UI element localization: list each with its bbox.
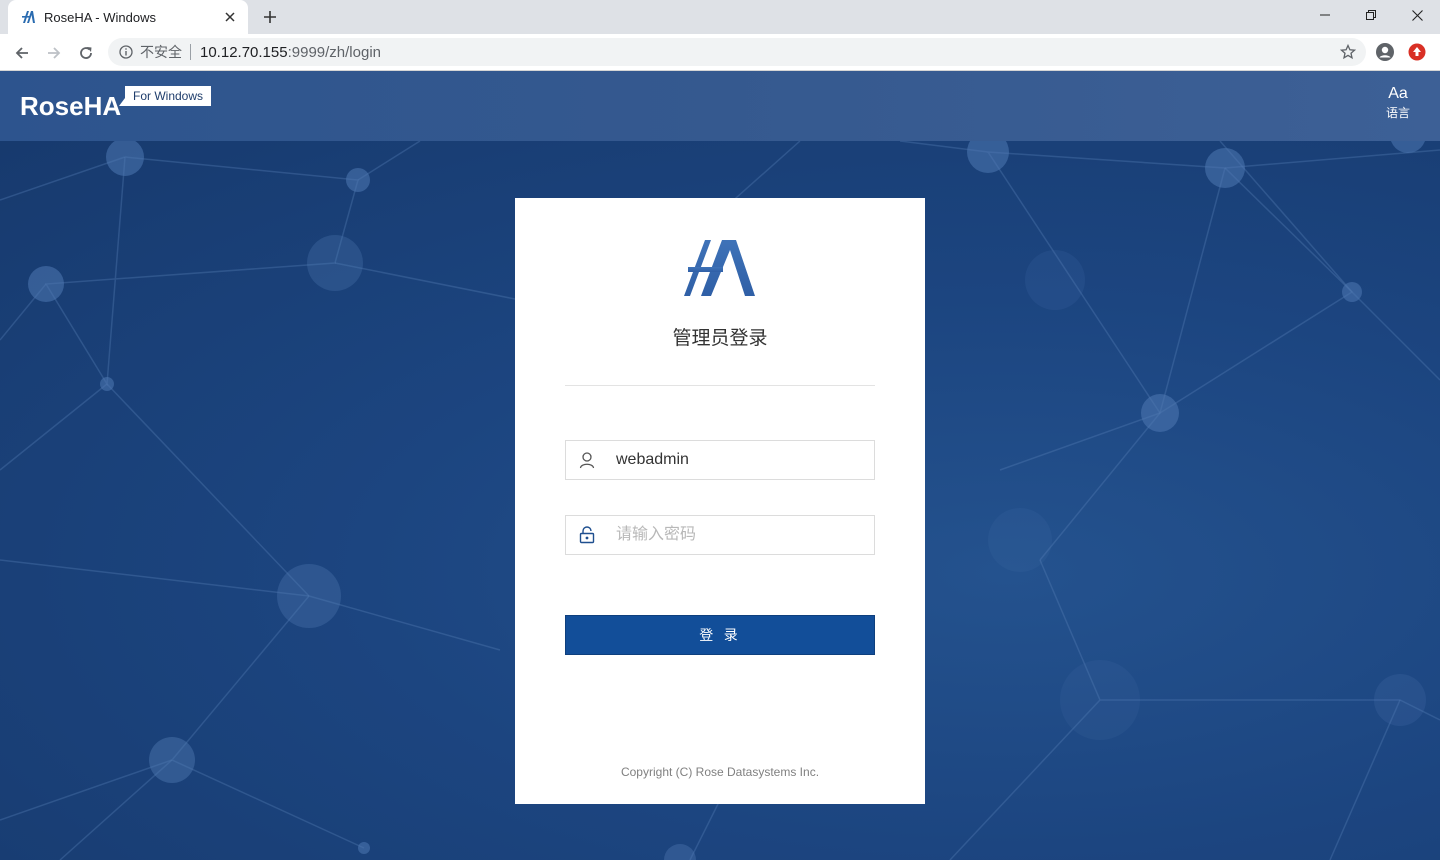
browser-tab[interactable]: RoseHA - Windows	[8, 0, 248, 34]
minimize-button[interactable]	[1302, 0, 1348, 30]
username-input[interactable]	[616, 442, 856, 478]
platform-tag: For Windows	[118, 86, 212, 106]
bookmark-star-icon[interactable]	[1339, 43, 1357, 60]
password-field[interactable]	[565, 515, 875, 555]
login-title: 管理员登录	[672, 328, 768, 349]
restore-button[interactable]	[1348, 0, 1394, 30]
update-available-icon[interactable]	[1408, 43, 1426, 61]
forward-arrow-icon	[48, 47, 61, 59]
close-window-button[interactable]	[1394, 0, 1440, 30]
back-arrow-icon	[15, 47, 28, 59]
browser-tabstrip: RoseHA - Windows	[0, 0, 1440, 34]
user-icon	[577, 450, 597, 470]
restore-icon	[1366, 10, 1376, 20]
tab-title: RoseHA - Windows	[44, 9, 156, 25]
info-icon[interactable]	[118, 44, 134, 60]
login-button[interactable]: 登 录	[565, 615, 875, 655]
brand-logo-text[interactable]: RoseHA	[20, 91, 121, 122]
minimize-icon	[1320, 14, 1330, 16]
copyright-text: Copyright (C) Rose Datasystems Inc.	[620, 765, 820, 779]
browser-toolbar: 不安全 10.12.70.155:9999/zh/login	[0, 34, 1440, 71]
back-button[interactable]	[8, 39, 36, 67]
tab-close-icon[interactable]	[222, 9, 238, 25]
address-separator	[190, 44, 191, 60]
address-bar[interactable]: 不安全 10.12.70.155:9999/zh/login	[108, 38, 1366, 66]
reload-button[interactable]	[72, 39, 100, 67]
window-controls	[1302, 0, 1440, 30]
password-input[interactable]	[616, 517, 856, 553]
reload-icon	[80, 47, 92, 59]
forward-button[interactable]	[40, 39, 68, 67]
roseha-logo-icon	[683, 238, 757, 298]
close-icon	[1411, 9, 1423, 21]
url-host: 10.12.70.155	[200, 43, 288, 61]
language-switcher[interactable]: Aa 语言	[1386, 85, 1410, 121]
language-label: 语言	[1385, 106, 1410, 120]
app-header: RoseHA For Windows Aa 语言	[0, 71, 1440, 141]
new-tab-button[interactable]	[258, 5, 282, 29]
login-card: 管理员登录 登 录 Copyright (C) Rose Datasystems…	[515, 198, 925, 804]
font-aa-icon: Aa	[1388, 85, 1408, 102]
title-divider	[565, 385, 875, 386]
username-field[interactable]	[565, 440, 875, 480]
plus-icon	[264, 11, 276, 23]
lock-icon	[577, 525, 597, 545]
roseha-favicon-icon	[20, 9, 36, 25]
url-path: :9999/zh/login	[287, 43, 381, 61]
profile-avatar-icon[interactable]	[1375, 42, 1395, 62]
security-status: 不安全	[140, 44, 182, 60]
